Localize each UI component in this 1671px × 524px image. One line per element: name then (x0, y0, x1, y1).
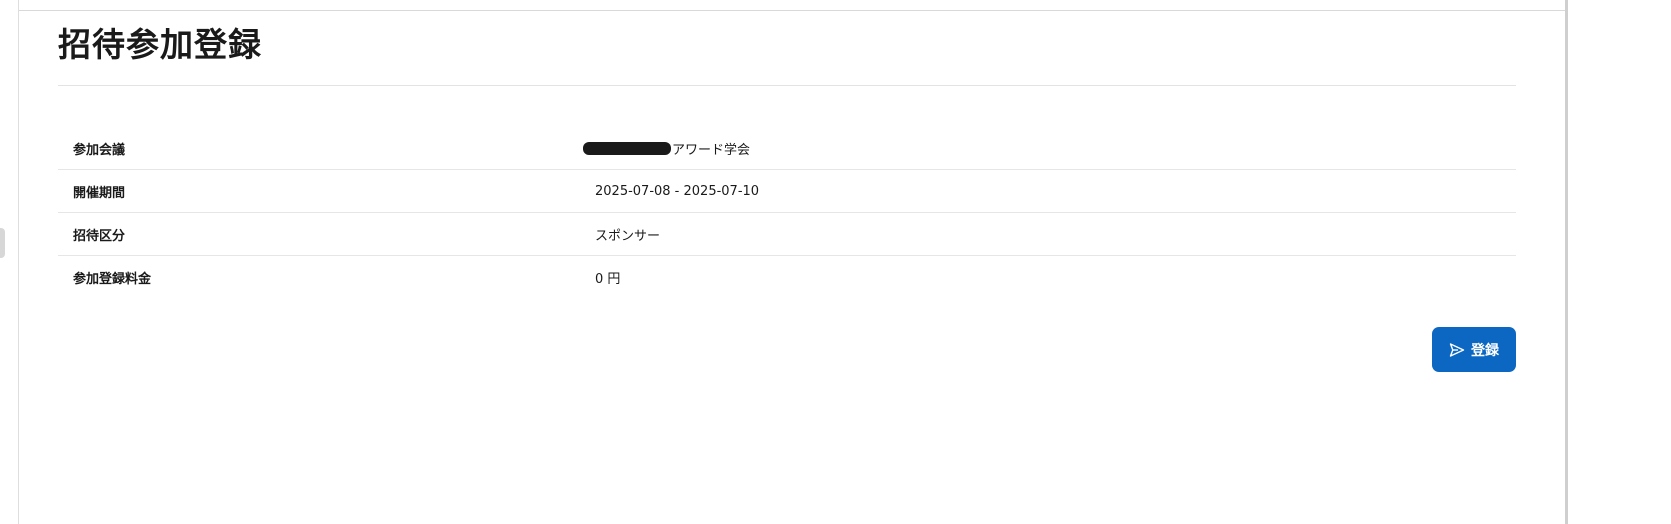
info-value-period: 2025-07-08 - 2025-07-10 (595, 183, 760, 199)
title-divider (58, 85, 1516, 86)
highlighted-label: 参加登録料金 (66, 268, 154, 290)
sidebar-toggle-handle[interactable] (0, 228, 5, 258)
info-label: 参加登録料金 (58, 268, 595, 290)
registration-info-table: 参加会議 アワード学会 開催期間 2025-07-08 - 2025-07-10… (58, 127, 1516, 298)
send-icon (1449, 342, 1465, 358)
info-value-invite-type: スポンサー (595, 228, 661, 244)
info-label: 招待区分 (73, 228, 126, 244)
main-content: 招待参加登録 参加会議 アワード学会 開催期間 2025-07-08 - 202… (58, 10, 1516, 290)
info-value-conference: アワード学会 (583, 139, 1516, 158)
info-row-conference: 参加会議 アワード学会 (58, 127, 1516, 170)
info-label: 開催期間 (73, 185, 126, 201)
register-button[interactable]: 登録 (1432, 327, 1516, 372)
info-value-fee: 0 円 (595, 271, 621, 287)
info-label: 参加会議 (73, 142, 126, 158)
conference-name: アワード学会 (672, 142, 751, 158)
left-sidebar-edge (0, 0, 19, 524)
register-button-label: 登録 (1471, 341, 1499, 358)
scrollbar[interactable] (1565, 0, 1671, 524)
info-row-fee: 参加登録料金 0 円 (58, 256, 1516, 298)
info-row-period: 開催期間 2025-07-08 - 2025-07-10 (58, 170, 1516, 213)
scrollbar-track[interactable] (1565, 0, 1568, 524)
app-frame: 招待参加登録 参加会議 アワード学会 開催期間 2025-07-08 - 202… (0, 0, 1671, 524)
redacted-block (583, 141, 671, 155)
page-title: 招待参加登録 (58, 25, 262, 64)
info-row-invite-type: 招待区分 スポンサー (58, 213, 1516, 256)
